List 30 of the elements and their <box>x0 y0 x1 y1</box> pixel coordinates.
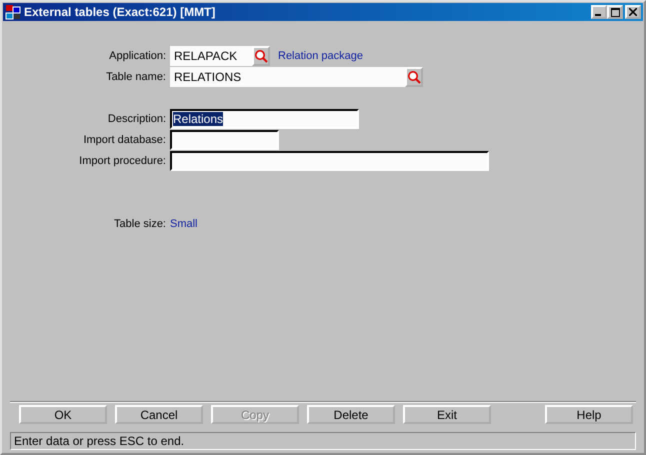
info-text: Relation package <box>278 50 364 62</box>
input-field[interactable]: RELAPACK <box>170 46 252 66</box>
search-icon <box>407 70 421 84</box>
dialog-button[interactable]: Help <box>545 405 633 424</box>
app-icon <box>5 4 21 20</box>
close-icon <box>629 8 637 16</box>
field-label: Import database: <box>82 134 167 146</box>
dialog-button[interactable]: Delete <box>307 405 395 424</box>
dialog-button[interactable]: Exit <box>403 405 491 424</box>
field-label: Application: <box>108 50 167 62</box>
maximize-button[interactable] <box>607 5 623 19</box>
field-label: Table name: <box>105 71 167 83</box>
window-title: External tables (Exact:621) [MMT] <box>24 5 216 19</box>
input-field[interactable] <box>170 130 279 150</box>
info-text: Small <box>170 218 198 230</box>
search-icon <box>254 49 268 63</box>
status-bar: Enter data or press ESC to end. <box>10 432 636 450</box>
maximize-icon <box>610 8 620 16</box>
close-button[interactable] <box>625 5 641 19</box>
search-button[interactable] <box>405 67 423 87</box>
dialog-button[interactable]: OK <box>19 405 107 424</box>
field-label: Import procedure: <box>78 155 167 167</box>
input-field[interactable] <box>170 151 489 171</box>
field-label: Description: <box>106 113 167 125</box>
input-field[interactable]: Relations <box>170 109 359 129</box>
field-label: Table size: <box>113 218 167 230</box>
search-button[interactable] <box>252 46 270 66</box>
input-field[interactable]: RELATIONS <box>170 67 405 87</box>
dialog-button[interactable]: Cancel <box>115 405 203 424</box>
minimize-button[interactable] <box>591 5 607 19</box>
